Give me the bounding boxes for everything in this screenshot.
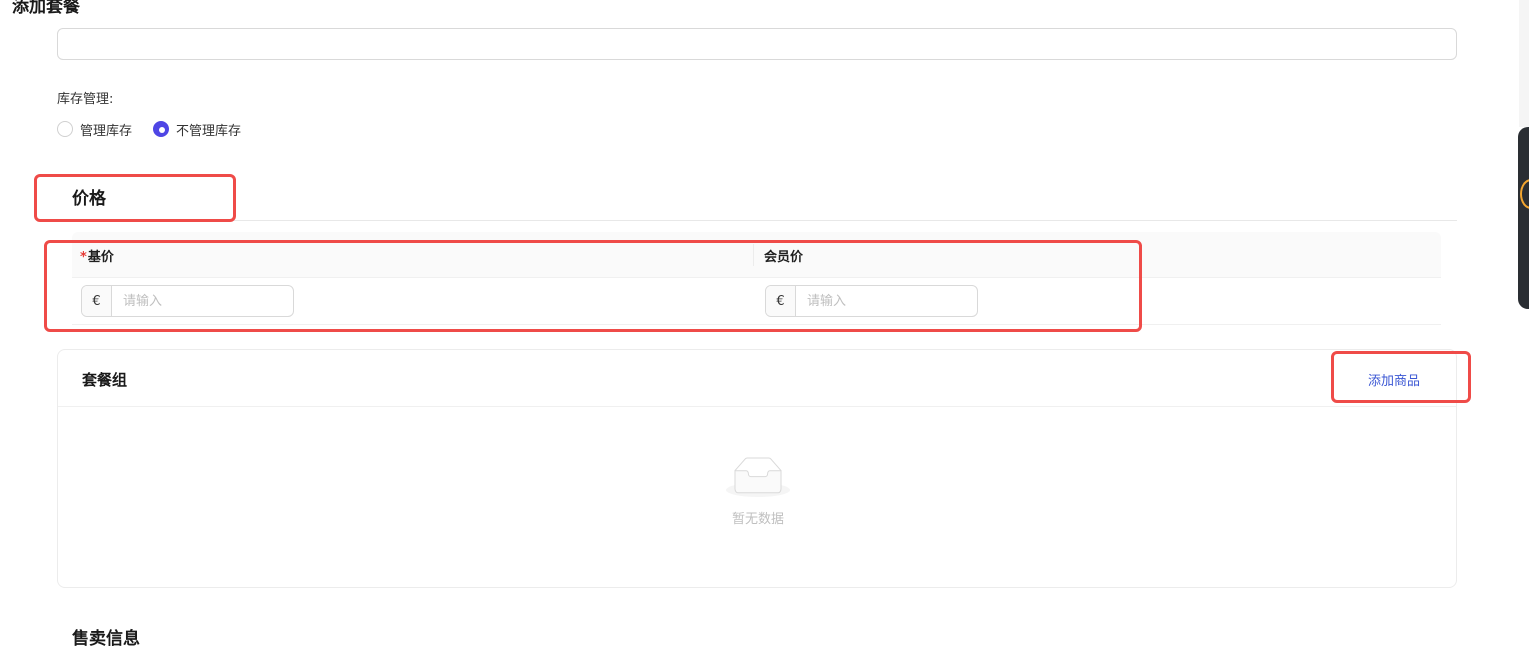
floating-side-widget[interactable] <box>1518 127 1529 309</box>
base-price-header: *基价 <box>80 246 114 265</box>
price-table-header: *基价 会员价 <box>72 232 1441 278</box>
package-group-card: 套餐组 添加商品 暂无数据 <box>57 349 1457 588</box>
price-table-bottom-border <box>72 324 1441 325</box>
base-price-input-group: € <box>81 285 294 317</box>
euro-prefix: € <box>82 286 112 316</box>
stock-management-label: 库存管理: <box>57 92 114 107</box>
card-header-divider <box>58 406 1456 407</box>
radio-manage-stock-label: 管理库存 <box>80 123 133 139</box>
base-price-header-label: 基价 <box>87 250 114 265</box>
radio-manage-stock[interactable]: 管理库存 <box>57 120 133 139</box>
empty-state-text: 暂无数据 <box>731 512 784 527</box>
empty-state: 暂无数据 <box>698 457 818 527</box>
radio-checked-icon[interactable] <box>153 121 169 137</box>
price-section-title: 价格 <box>72 189 106 209</box>
package-name-input[interactable] <box>57 28 1457 60</box>
header-separator <box>753 244 754 266</box>
euro-prefix: € <box>766 286 796 316</box>
section-divider <box>57 220 1457 221</box>
member-price-header: 会员价 <box>764 250 804 265</box>
member-price-input-group: € <box>765 285 978 317</box>
required-mark: * <box>80 250 87 265</box>
radio-no-manage-stock-label: 不管理库存 <box>176 123 242 139</box>
radio-unchecked-icon[interactable] <box>57 121 73 137</box>
sales-section-title: 售卖信息 <box>72 629 140 649</box>
radio-no-manage-stock[interactable]: 不管理库存 <box>153 120 242 139</box>
add-product-button[interactable]: 添加商品 <box>1368 370 1420 389</box>
package-group-title: 套餐组 <box>82 371 128 389</box>
progress-ring-icon <box>1520 179 1529 209</box>
base-price-input[interactable] <box>112 286 293 316</box>
page-title: 添加套餐 <box>12 0 80 17</box>
scrollbar-track[interactable] <box>1519 0 1529 127</box>
highlight-price-title <box>34 174 236 222</box>
member-price-input[interactable] <box>796 286 977 316</box>
empty-box-icon <box>726 457 790 497</box>
